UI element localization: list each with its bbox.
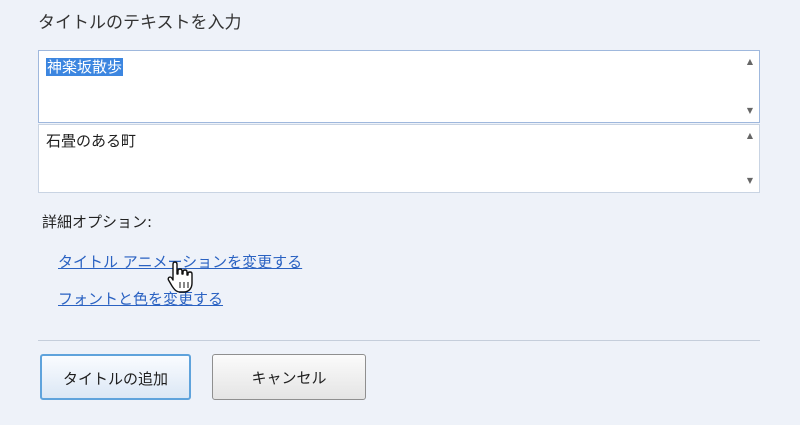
advanced-options-label: 詳細オプション: — [42, 213, 153, 231]
scroll-down-arrow-icon[interactable]: ▼ — [741, 174, 759, 188]
scroll-up-arrow-icon[interactable]: ▲ — [741, 55, 759, 69]
cancel-button[interactable]: キャンセル — [212, 354, 366, 400]
section-divider — [38, 340, 760, 341]
hand-pointer-cursor-icon — [167, 261, 193, 293]
textbox-1-scrollbar[interactable]: ▲ ▼ — [741, 51, 759, 122]
title-textbox-line-1[interactable]: 神楽坂散歩 ▲ ▼ — [38, 50, 760, 123]
scroll-up-arrow-icon[interactable]: ▲ — [741, 129, 759, 143]
add-title-button[interactable]: タイトルの追加 — [40, 354, 191, 400]
title-text-line-1: 神楽坂散歩 — [46, 58, 124, 76]
scroll-down-arrow-icon[interactable]: ▼ — [741, 104, 759, 118]
change-font-color-link[interactable]: フォントと色を変更する — [58, 288, 223, 309]
title-text-line-2: 石畳のある町 — [46, 132, 137, 150]
title-textbox-line-2[interactable]: 石畳のある町 ▲ ▼ — [38, 124, 760, 193]
page-heading: タイトルのテキストを入力 — [38, 13, 242, 33]
textbox-2-scrollbar[interactable]: ▲ ▼ — [741, 125, 759, 192]
